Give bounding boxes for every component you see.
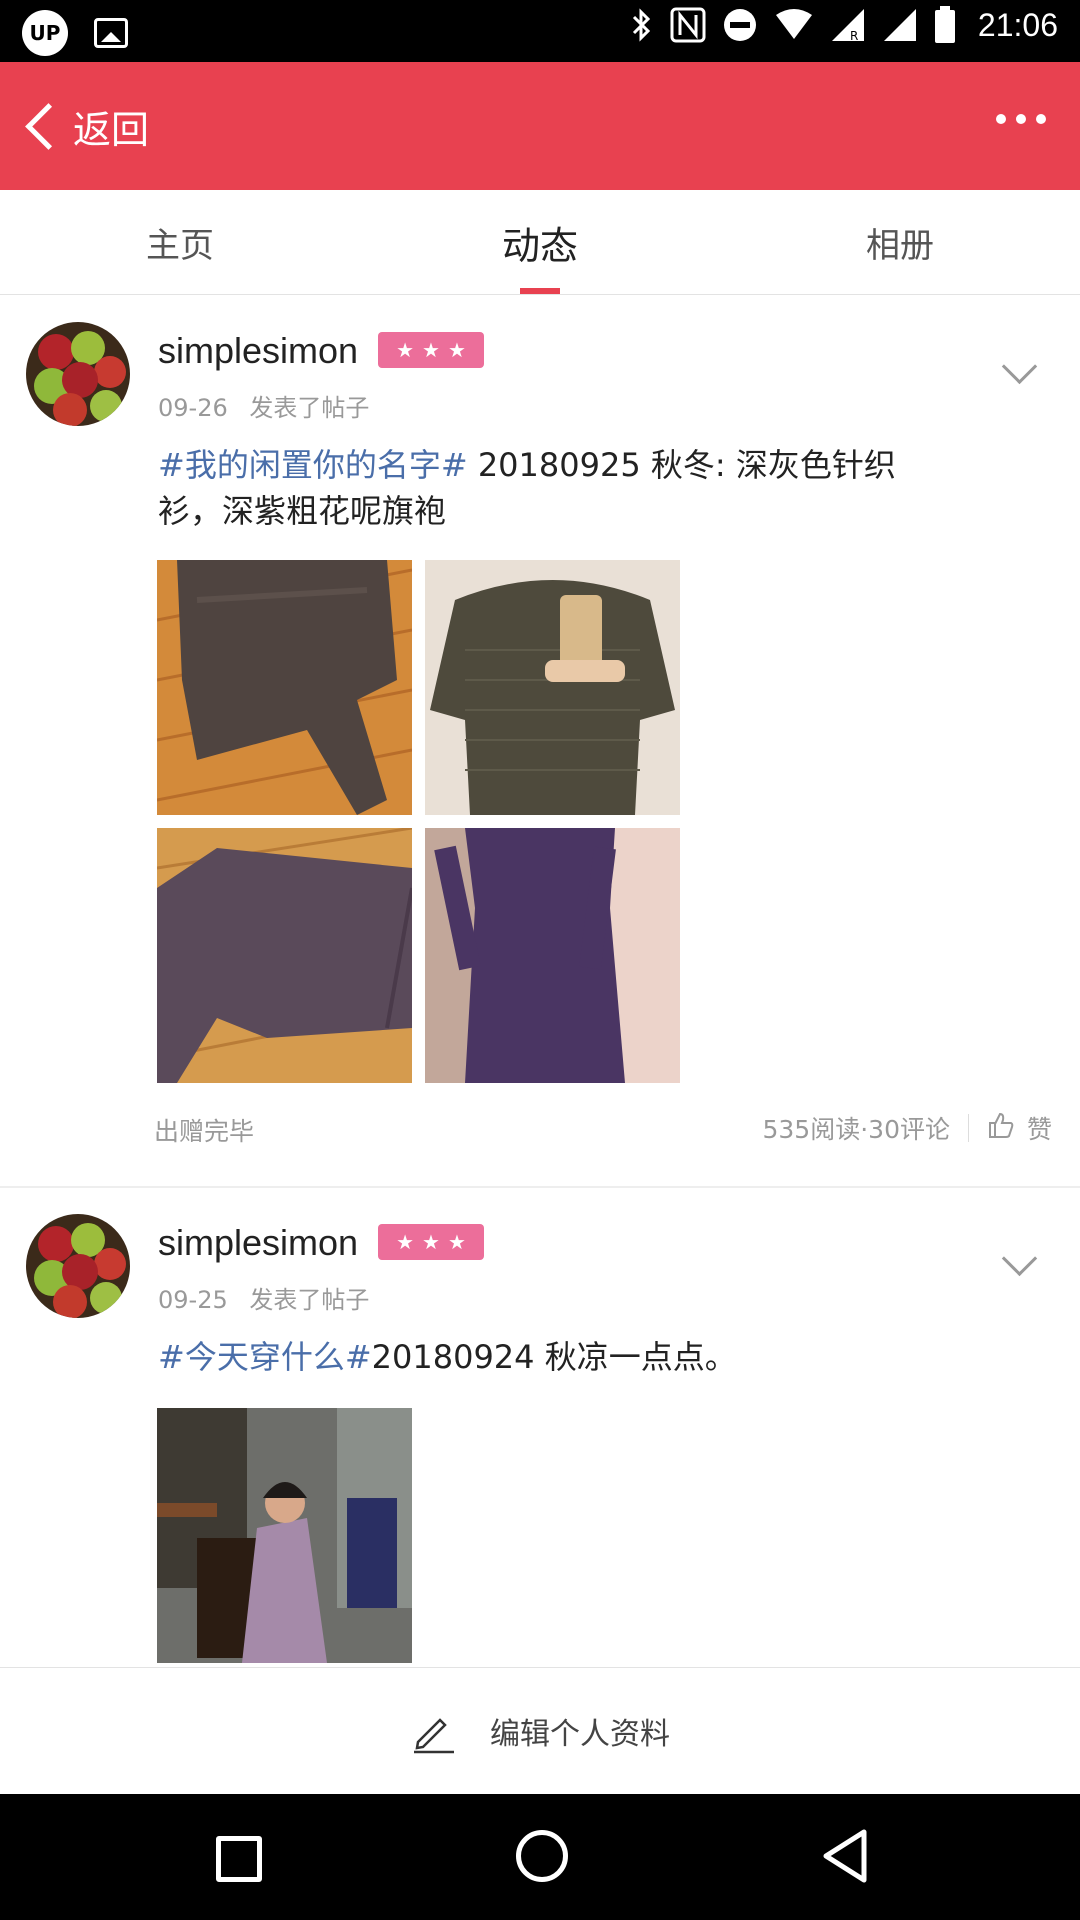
back-triangle-icon[interactable] bbox=[820, 1828, 870, 1884]
post-photo[interactable] bbox=[425, 560, 680, 815]
avatar[interactable] bbox=[26, 1214, 130, 1318]
feed-post: simplesimon ★ ★ ★ 09-25 发表了帖子 #今天穿什么#201… bbox=[0, 1188, 1080, 1666]
feed-post: simplesimon ★ ★ ★ 09-26 发表了帖子 #我的闲置你的名字#… bbox=[0, 296, 1080, 1186]
post-meta: 09-26 发表了帖子 bbox=[158, 388, 369, 423]
do-not-disturb-icon bbox=[723, 9, 756, 41]
post-date: 09-26 bbox=[158, 394, 228, 422]
nfc-icon bbox=[670, 7, 706, 43]
star-icon: ★ bbox=[447, 338, 466, 362]
post-content[interactable]: #我的闲置你的名字# 20180925 秋冬: 深灰色针织 衫，深紫粗花呢旗袍 bbox=[158, 442, 958, 534]
cellular-signal-icon bbox=[883, 9, 916, 41]
post-hashtag[interactable]: #今天穿什么# bbox=[158, 1338, 372, 1376]
star-icon: ★ bbox=[396, 1230, 415, 1254]
post-hashtag[interactable]: #我的闲置你的名字# bbox=[158, 446, 468, 484]
svg-text:R: R bbox=[850, 29, 858, 43]
divider bbox=[967, 1114, 969, 1142]
post-stats: 535阅读·30评论 bbox=[762, 1115, 950, 1144]
chevron-down-icon[interactable] bbox=[1001, 348, 1038, 385]
post-text: 20180924 秋凉一点点。 bbox=[371, 1338, 737, 1376]
edit-profile-button[interactable]: 编辑个人资料 bbox=[0, 1667, 1080, 1794]
app-header: 返回 bbox=[0, 62, 1080, 190]
post-username[interactable]: simplesimon bbox=[158, 1222, 358, 1264]
tab-album[interactable]: 相册 bbox=[720, 190, 1080, 294]
post-status: 出赠完毕 bbox=[154, 1117, 255, 1146]
pencil-icon bbox=[414, 1718, 454, 1754]
post-text: 20180925 秋冬: 深灰色针织 bbox=[467, 446, 896, 484]
star-icon: ★ bbox=[422, 338, 440, 362]
post-text: 衫，深紫粗花呢旗袍 bbox=[158, 492, 447, 530]
edit-profile-label: 编辑个人资料 bbox=[490, 1717, 670, 1752]
profile-tabs: 主页 动态 相册 bbox=[0, 190, 1080, 295]
more-dot-icon bbox=[996, 114, 1006, 124]
wifi-icon bbox=[775, 9, 812, 39]
more-dot-icon bbox=[1036, 114, 1046, 124]
star-icon: ★ bbox=[447, 1230, 466, 1254]
post-date: 09-25 bbox=[158, 1286, 228, 1314]
post-action: 发表了帖子 bbox=[249, 1286, 370, 1314]
post-photo[interactable] bbox=[157, 828, 412, 1083]
avatar[interactable] bbox=[26, 322, 130, 426]
post-stats-bar: 535阅读·30评论 赞 bbox=[762, 1110, 1052, 1146]
star-icon: ★ bbox=[422, 1230, 440, 1254]
status-bar: UP R 21:06 bbox=[0, 0, 1080, 62]
post-username[interactable]: simplesimon bbox=[158, 330, 358, 372]
back-label: 返回 bbox=[73, 107, 150, 152]
status-time: 21:06 bbox=[977, 6, 1058, 43]
post-content[interactable]: #今天穿什么#20180924 秋凉一点点。 bbox=[158, 1334, 958, 1380]
star-icon: ★ bbox=[396, 338, 415, 362]
up-app-icon: UP bbox=[22, 10, 68, 56]
recent-apps-icon[interactable] bbox=[216, 1836, 262, 1882]
chevron-down-icon[interactable] bbox=[1001, 1240, 1038, 1277]
post-action: 发表了帖子 bbox=[249, 394, 370, 422]
bluetooth-icon bbox=[632, 8, 651, 42]
system-navigation-bar bbox=[0, 1794, 1080, 1920]
like-label[interactable]: 赞 bbox=[1027, 1110, 1052, 1146]
home-icon[interactable] bbox=[516, 1830, 568, 1882]
cellular-signal-roaming-icon: R bbox=[831, 9, 864, 43]
level-badge: ★ ★ ★ bbox=[378, 1224, 484, 1260]
post-photo[interactable] bbox=[425, 828, 680, 1083]
tab-home[interactable]: 主页 bbox=[0, 190, 360, 294]
tab-activity[interactable]: 动态 bbox=[360, 190, 720, 294]
level-badge: ★ ★ ★ bbox=[378, 332, 484, 368]
more-options-button[interactable] bbox=[996, 114, 1046, 124]
image-notification-icon bbox=[94, 18, 128, 48]
back-button[interactable]: 返回 bbox=[20, 62, 149, 190]
more-dot-icon bbox=[1016, 114, 1026, 124]
battery-icon bbox=[934, 6, 955, 43]
thumbs-up-icon[interactable] bbox=[987, 1111, 1015, 1145]
post-meta: 09-25 发表了帖子 bbox=[158, 1280, 369, 1315]
post-photo[interactable] bbox=[157, 1408, 412, 1663]
chevron-left-icon bbox=[25, 102, 72, 150]
post-photo[interactable] bbox=[157, 560, 412, 815]
